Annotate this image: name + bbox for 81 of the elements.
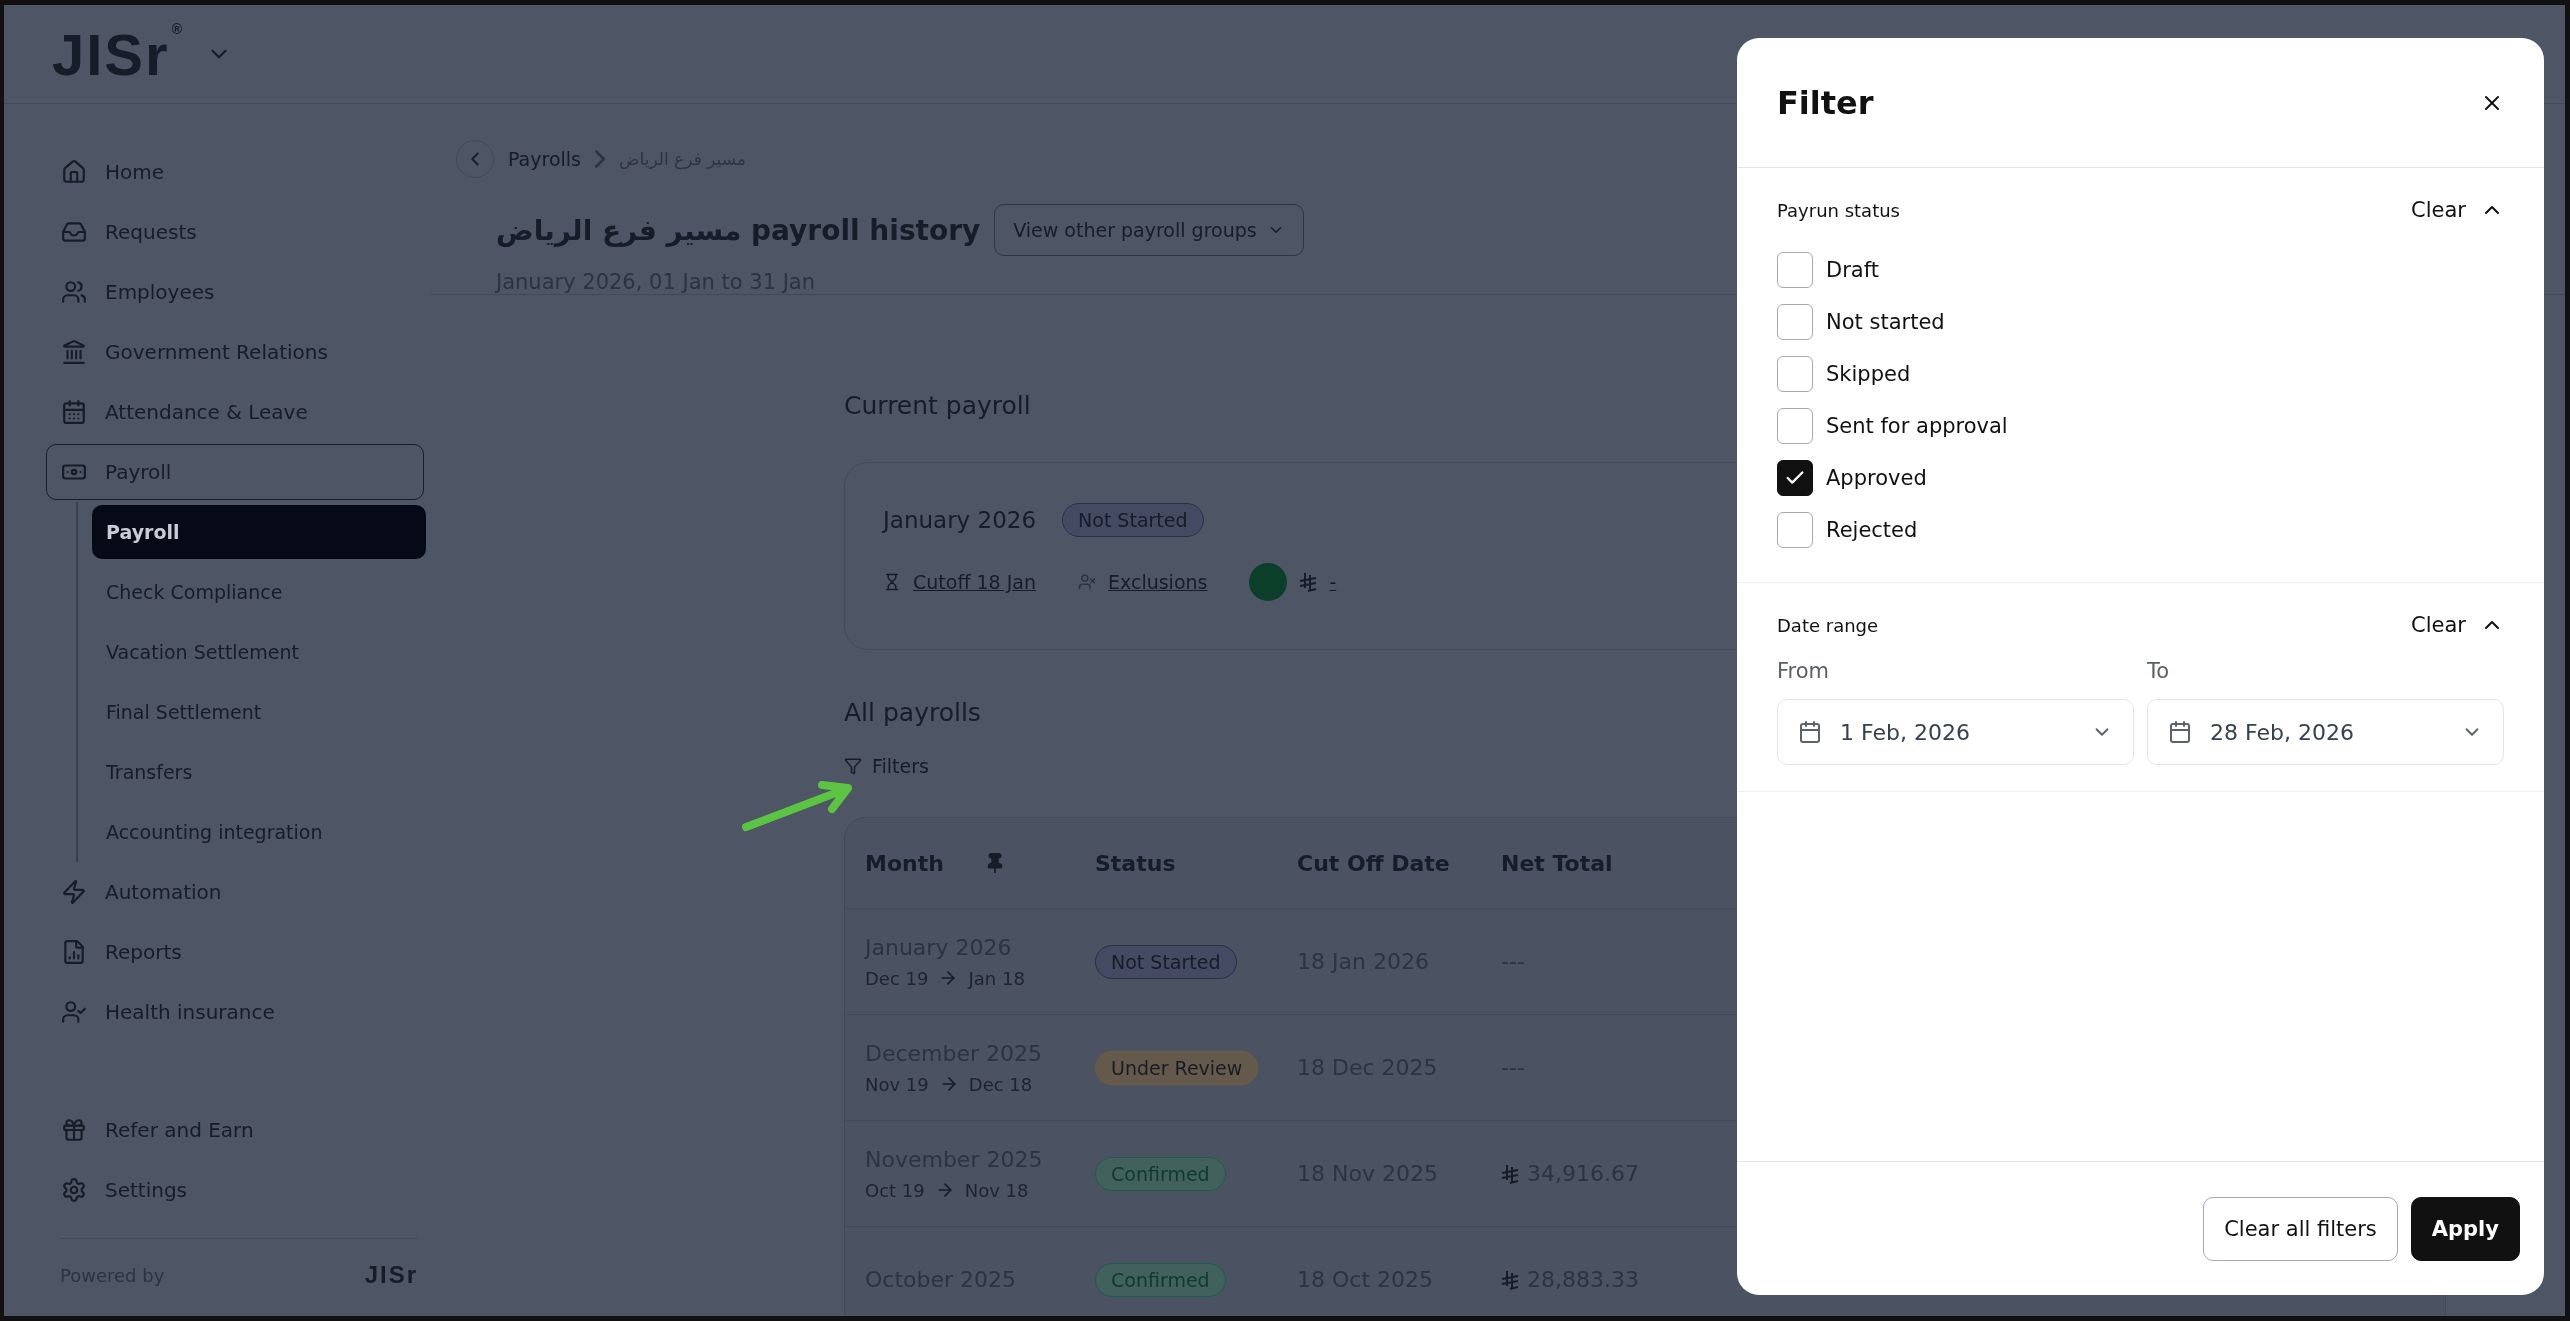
sidebar-item[interactable]: Home	[46, 144, 424, 200]
section-heading: Current payroll	[844, 391, 1031, 420]
checkbox[interactable]	[1777, 408, 1813, 444]
calendar-icon	[2168, 720, 2192, 744]
checkbox[interactable]	[1777, 512, 1813, 548]
lightning-icon	[61, 879, 87, 905]
currency-icon	[1501, 1163, 1519, 1184]
column-header[interactable]: Month	[865, 850, 1006, 876]
sidebar-subitem[interactable]: Accounting integration	[92, 805, 426, 859]
sidebar-item[interactable]: Reports	[46, 924, 424, 980]
amount-link[interactable]: -	[1329, 571, 1337, 593]
clear-button[interactable]: Clear	[2411, 198, 2504, 222]
settings-icon	[61, 1177, 87, 1203]
checkbox-label: Not started	[1826, 310, 1945, 334]
company-logo[interactable]: JISr$^{®}$	[52, 20, 184, 88]
hourglass-icon	[883, 573, 901, 591]
sidebar-item[interactable]: Requests	[46, 204, 424, 260]
apply-button[interactable]: Apply	[2410, 1196, 2520, 1261]
exclusions-link[interactable]: Exclusions	[1108, 571, 1208, 593]
field-label: From	[1777, 659, 1831, 683]
users-icon	[61, 279, 87, 305]
breadcrumb-link[interactable]: Payrolls	[508, 148, 581, 170]
panel-title: Filter	[1777, 83, 1874, 122]
net-total-cell-text: ---	[1501, 949, 1526, 974]
date-field[interactable]: 28 Feb, 2026	[2147, 699, 2504, 765]
field-label: To	[2147, 659, 2171, 683]
user-x-icon	[1078, 573, 1097, 591]
date-field[interactable]: 1 Feb, 2026	[1777, 699, 2134, 765]
net-total-cell-text: ---	[1501, 1055, 1526, 1080]
status-badge: Not Started	[1062, 503, 1204, 537]
checkbox[interactable]	[1777, 304, 1813, 340]
sidebar-item[interactable]: Refer and Earn	[46, 1102, 424, 1158]
sidebar-item[interactable]: Employees	[46, 264, 424, 320]
sidebar-item[interactable]: Attendance & Leave	[46, 384, 424, 440]
checkbox[interactable]	[1777, 460, 1813, 496]
flag-icon	[1249, 563, 1288, 601]
inbox-icon	[61, 219, 87, 245]
calendar-icon	[1798, 720, 1822, 744]
checkbox[interactable]	[1777, 252, 1813, 288]
sidebar-item[interactable]: Payroll	[46, 444, 424, 500]
sidebar-subitem[interactable]: Final Settlement	[92, 685, 426, 739]
checkbox-label: Approved	[1826, 466, 1927, 490]
status-badge: Not Started	[1095, 944, 1237, 979]
checkbox-label: Draft	[1826, 258, 1879, 282]
sidebar-subitem[interactable]: Transfers	[92, 745, 426, 799]
filters-button[interactable]: Filters	[844, 755, 929, 777]
section-heading: All payrolls	[844, 698, 981, 727]
bank-icon	[61, 339, 87, 365]
sidebar-subitem[interactable]: Vacation Settlement	[92, 625, 426, 679]
section-title: Payrun status	[1777, 199, 1900, 221]
cutoff-link[interactable]: Cutoff 18 Jan	[913, 571, 1037, 593]
section-title: Date range	[1777, 614, 1879, 636]
gift-icon	[61, 1117, 87, 1143]
sidebar-item[interactable]: Settings	[46, 1162, 424, 1218]
calendar-icon	[61, 399, 87, 425]
checkbox-label: Skipped	[1826, 362, 1911, 386]
payroll-month: January 2026	[883, 507, 1037, 533]
sidebar-subitem[interactable]: Check Compliance	[92, 565, 426, 619]
checkbox[interactable]	[1777, 356, 1813, 392]
clear-button[interactable]: Clear	[2411, 613, 2504, 637]
currency-icon	[1501, 1269, 1519, 1290]
user-check-icon	[61, 999, 87, 1025]
checkbox-label: Sent for approval	[1826, 414, 2008, 438]
sidebar-subitem[interactable]: Payroll	[92, 505, 426, 559]
sidebar-item[interactable]: Automation	[46, 864, 424, 920]
home-icon	[61, 159, 87, 185]
sidebar-item[interactable]: Health insurance	[46, 984, 424, 1040]
status-badge: Under Review	[1095, 1050, 1259, 1085]
column-header[interactable]: Cut Off Date	[1297, 850, 1450, 876]
payroll-groups-button[interactable]: View other payroll groups	[994, 204, 1304, 256]
footer-logo: JISr	[364, 1261, 418, 1289]
column-header[interactable]: Net Total	[1501, 850, 1613, 876]
column-header[interactable]: Status	[1095, 850, 1176, 876]
currency-icon	[1299, 572, 1318, 592]
checkbox-label: Rejected	[1826, 518, 1918, 542]
page-title: مسير فرع الرياض payroll history	[496, 213, 981, 247]
sidebar-item[interactable]: Government Relations	[46, 324, 424, 380]
filter-icon	[844, 757, 862, 775]
chevron-right-icon	[594, 150, 605, 168]
clear-filters-button[interactable]: Clear all filters	[2203, 1196, 2398, 1261]
report-icon	[61, 939, 87, 965]
